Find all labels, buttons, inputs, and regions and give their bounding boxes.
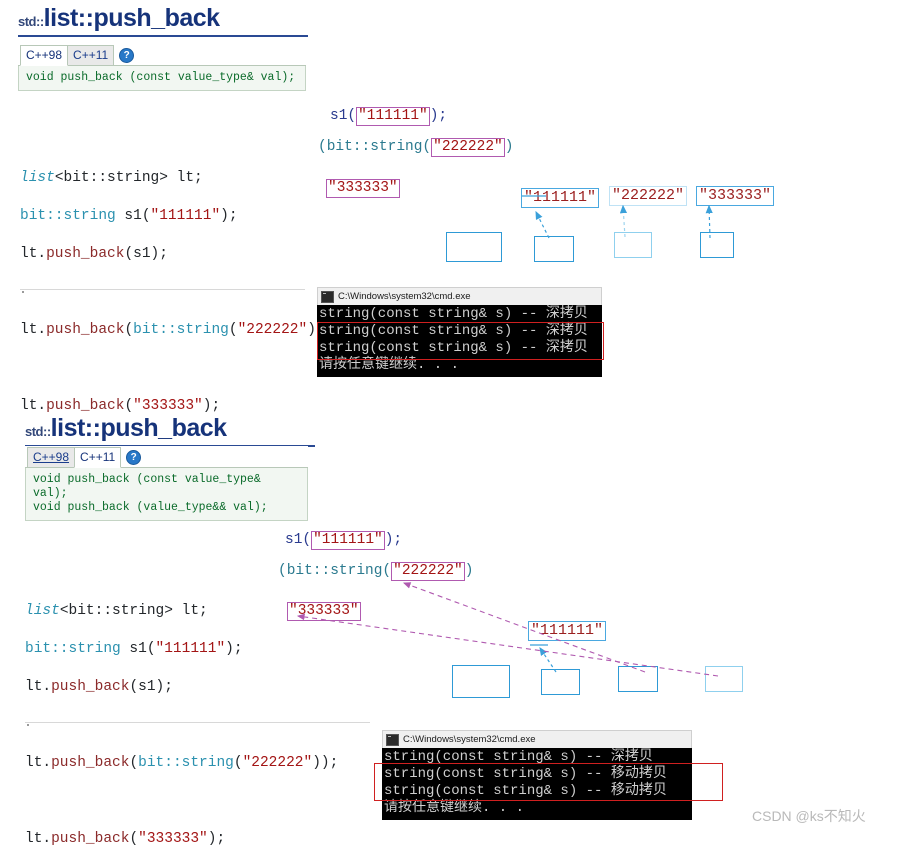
page-title-1: std::list::push_back [18,4,308,33]
annotation-string-box-333333-1: "333333" [326,179,400,198]
code-line: bit::string s1("111111"); [20,208,238,224]
tab-cpp11-1[interactable]: C++11 [67,45,115,65]
code-line: lt.push_back(bit::string("222222")); [20,322,333,338]
annotation-text: ); [384,532,403,548]
console-line: 请按任意键继续. . . [319,357,460,373]
node-box-1-2 [541,669,580,695]
arrow-group-2 [296,582,719,677]
watermark: CSDN @ks不知火 [752,808,866,824]
annotation-text: ) [464,563,474,579]
signature-line: void push_back (value_type&& val); [33,501,268,514]
annotation-call-1-1: s1("111111"); [330,107,447,126]
annotation-call-2-1: (bit::string("222222") [318,138,513,157]
namespace-label-1: std:: [18,14,44,29]
node-box-head-2 [452,665,510,698]
console-icon-2 [386,733,399,746]
annotation-string-box-111111-1: "111111" [356,107,430,126]
tab-bar-1: C++98 C++11 ? [18,44,306,66]
node-box-2-2 [618,666,658,692]
help-icon-1[interactable]: ? [119,48,135,63]
node-label-111111-2: "111111" [528,621,607,641]
signature-block-2: void push_back (const value_type& val); … [25,468,308,521]
page-title-2: std::list::push_back [25,414,315,443]
function-name-2: list::push_back [50,414,227,442]
node-box-1-1 [534,236,574,262]
signature-line: void push_back (const value_type& val); [33,473,261,500]
help-icon-2[interactable]: ? [126,450,142,465]
console-window-1[interactable]: C:\Windows\system32\cmd.exe string(const… [317,287,602,377]
code-separator-1 [20,289,305,290]
code-line: lt.push_back("333333"); [25,831,226,847]
reference-header-2: std::list::push_back [25,414,315,447]
separator-dot-2 [27,724,29,726]
annotation-text: s1( [285,532,312,548]
function-name-1: list::push_back [43,4,220,32]
code-listing-2: list<bit::string> lt; bit::string s1("11… [25,583,338,868]
node-box-head-1 [446,232,502,262]
code-line: bit::string s1("111111"); [25,641,243,657]
code-listing-1: list<bit::string> lt; bit::string s1("11… [20,150,333,435]
annotation-text: ) [504,139,514,155]
console-output-2: string(const string& s) -- 深拷贝 string(co… [382,748,692,820]
node-box-2-1 [614,232,652,258]
console-titlebar-1[interactable]: C:\Windows\system32\cmd.exe [317,287,602,305]
annotation-string-box-222222-1: "222222" [431,138,505,157]
code-line: lt.push_back(bit::string("222222")); [25,755,339,771]
namespace-label-2: std:: [25,424,51,439]
title-rule-1 [18,35,308,37]
console-line: string(const string& s) -- 移动拷贝 [384,766,667,782]
reference-panel-2: C++98 C++11 ? void push_back (const valu… [25,446,308,521]
console-line: string(const string& s) -- 深拷贝 [384,749,653,765]
tab-cpp11-2[interactable]: C++11 [74,447,122,468]
node-label-222222-1: "222222" [609,186,688,206]
reference-panel-1: C++98 C++11 ? void push_back (const valu… [18,44,306,91]
code-line: list<bit::string> lt; [20,170,203,186]
signature-block-1: void push_back (const value_type& val); [18,66,306,91]
console-icon-1 [321,290,334,303]
console-output-1: string(const string& s) -- 深拷贝 string(co… [317,305,602,377]
node-label-333333-1: "333333" [696,186,775,206]
console-line: string(const string& s) -- 深拷贝 [319,306,588,322]
code-line: lt.push_back(s1); [25,679,173,695]
console-title-text-2: C:\Windows\system32\cmd.exe [403,734,536,745]
tab-cpp98-1[interactable]: C++98 [20,45,69,66]
node-box-3-2 [705,666,743,692]
console-title-text-1: C:\Windows\system32\cmd.exe [338,291,471,302]
annotation-string-box-222222-2: "222222" [391,562,465,581]
annotation-text: (bit::string( [318,139,432,155]
annotation-string-box-333333-2: "333333" [287,602,361,621]
annotation-text: (bit::string( [278,563,392,579]
console-line: string(const string& s) -- 深拷贝 [319,340,588,356]
annotation-string-box-111111-2: "111111" [311,531,385,550]
node-box-3-1 [700,232,734,258]
tab-bar-2: C++98 C++11 ? [25,446,308,468]
console-titlebar-2[interactable]: C:\Windows\system32\cmd.exe [382,730,692,748]
annotation-call-1-2: s1("111111"); [285,531,402,550]
console-line: 请按任意键继续. . . [384,800,525,816]
signature-line: void push_back (const value_type& val); [26,71,296,84]
annotation-text: ); [429,108,448,124]
annotation-call-2-2: (bit::string("222222") [278,562,473,581]
tab-cpp98-2[interactable]: C++98 [27,447,76,467]
console-window-2[interactable]: C:\Windows\system32\cmd.exe string(const… [382,730,692,820]
code-separator-2 [25,722,370,723]
console-line: string(const string& s) -- 深拷贝 [319,323,588,339]
annotation-text: s1( [330,108,357,124]
node-label-111111-1: "111111" [521,188,600,208]
separator-dot-1 [22,291,24,293]
code-line: lt.push_back(s1); [20,246,168,262]
console-line: string(const string& s) -- 移动拷贝 [384,783,667,799]
reference-header-1: std::list::push_back [18,4,308,37]
